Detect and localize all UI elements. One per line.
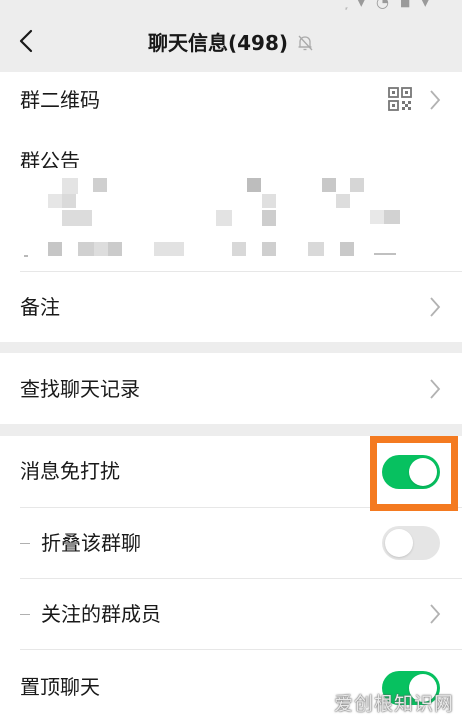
chevron-right-icon — [430, 604, 441, 624]
qr-code-label: 群二维码 — [20, 88, 100, 112]
status-bar: ᷊ ▾ ◔ ◾ ▾ — [0, 0, 462, 14]
mute-bell-icon — [298, 35, 313, 51]
page-title: 聊天信息(498) — [147, 31, 289, 55]
chevron-right-icon — [430, 297, 441, 317]
watermark: 爱创根知识网 — [333, 693, 454, 715]
navigation-bar: 聊天信息(498) — [0, 14, 462, 72]
chevron-right-icon — [430, 90, 441, 110]
followed-members-row[interactable]: 关注的群成员 — [0, 579, 462, 649]
remark-label: 备注 — [20, 295, 60, 319]
announcement-preview-pixelated — [0, 130, 462, 280]
sub-item-dash — [20, 543, 30, 544]
mute-notifications-label: 消息免打扰 — [20, 459, 120, 483]
status-icons: ᷊ ▾ ◔ ◾ ▾ — [346, 0, 432, 11]
fold-chat-toggle[interactable] — [382, 526, 440, 560]
fold-chat-row[interactable]: 折叠该群聊 — [0, 508, 462, 578]
followed-members-label: 关注的群成员 — [41, 602, 161, 626]
search-chat-history-label: 查找聊天记录 — [20, 377, 140, 401]
announcement-row[interactable]: 群公告 — [0, 130, 462, 280]
search-section: 查找聊天记录 — [0, 353, 462, 424]
fold-chat-label: 折叠该群聊 — [41, 531, 141, 555]
pin-chat-label: 置顶聊天 — [20, 675, 100, 699]
search-chat-history-row[interactable]: 查找聊天记录 — [0, 353, 462, 423]
group-info-section: 群二维码 群公告 备注 — [0, 72, 462, 342]
toggle-knob — [385, 529, 413, 557]
qr-code-icon — [388, 87, 412, 111]
remark-row[interactable]: 备注 — [0, 272, 462, 342]
highlight-box — [370, 436, 458, 511]
sub-item-dash — [20, 614, 30, 615]
chevron-right-icon — [430, 379, 441, 399]
